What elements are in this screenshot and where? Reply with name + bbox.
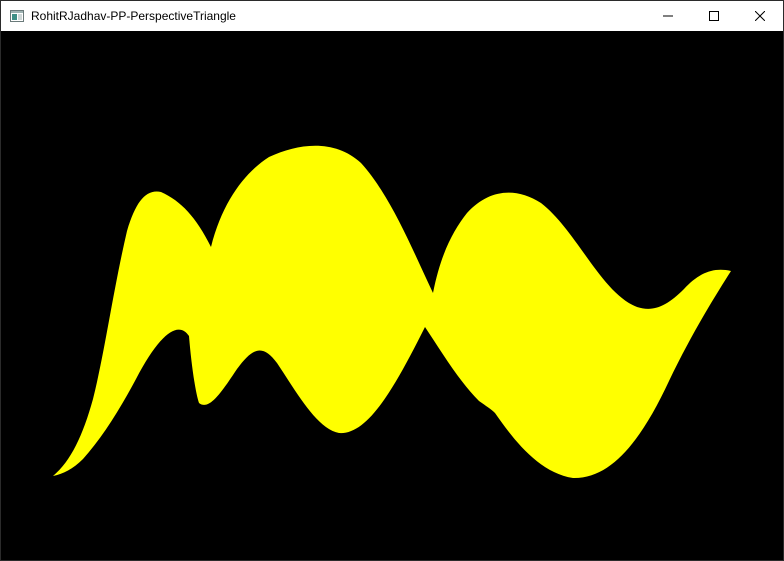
close-icon — [755, 11, 765, 21]
maximize-button[interactable] — [691, 1, 737, 31]
scene-svg — [1, 31, 783, 560]
app-window-icon — [9, 8, 25, 24]
minimize-icon — [663, 15, 673, 17]
title-bar[interactable]: RohitRJadhav-PP-PerspectiveTriangle — [1, 1, 783, 31]
close-button[interactable] — [737, 1, 783, 31]
caption-buttons — [645, 1, 783, 31]
minimize-button[interactable] — [645, 1, 691, 31]
app-window: RohitRJadhav-PP-PerspectiveTriangle — [0, 0, 784, 561]
render-canvas[interactable] — [1, 31, 783, 560]
maximize-icon — [709, 11, 719, 21]
window-title: RohitRJadhav-PP-PerspectiveTriangle — [31, 9, 236, 23]
